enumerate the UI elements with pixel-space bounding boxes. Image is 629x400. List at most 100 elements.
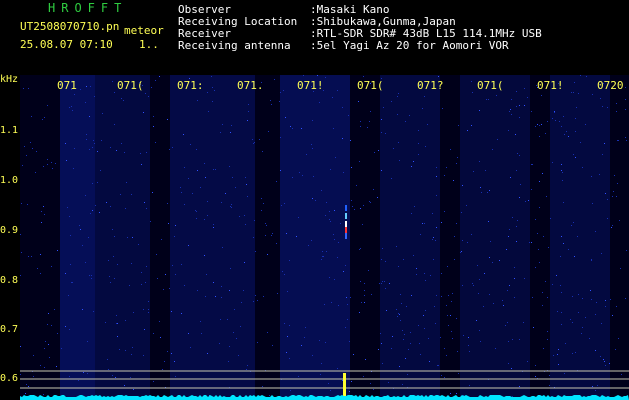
x-tick-label: 071! xyxy=(537,79,564,92)
noise-speckle xyxy=(212,101,213,102)
noise-band xyxy=(60,75,95,400)
noise-speckle xyxy=(245,224,246,225)
noise-speckle xyxy=(22,165,23,166)
noise-speckle xyxy=(349,391,350,392)
noise-speckle xyxy=(472,92,473,93)
noise-speckle xyxy=(334,239,335,240)
noise-speckle xyxy=(351,381,352,382)
noise-speckle xyxy=(386,310,387,311)
noise-speckle xyxy=(44,348,45,349)
noise-speckle xyxy=(55,163,56,164)
noise-speckle xyxy=(238,355,239,356)
noise-speckle xyxy=(262,151,263,152)
noise-speckle xyxy=(324,304,325,305)
noise-speckle xyxy=(156,254,157,255)
noise-speckle xyxy=(112,229,113,230)
noise-speckle xyxy=(591,259,592,260)
noise-speckle xyxy=(283,90,284,91)
noise-speckle xyxy=(89,116,90,117)
noise-speckle xyxy=(271,235,272,236)
noise-speckle xyxy=(385,288,386,289)
noise-speckle xyxy=(575,131,576,132)
noise-speckle xyxy=(333,128,334,129)
noise-speckle xyxy=(85,195,86,196)
noise-speckle xyxy=(510,177,511,178)
noise-speckle xyxy=(435,323,436,324)
noise-speckle xyxy=(222,247,223,248)
noise-speckle xyxy=(32,148,33,149)
noise-speckle xyxy=(351,167,352,168)
noise-speckle xyxy=(561,312,562,313)
noise-speckle xyxy=(433,259,434,260)
noise-speckle xyxy=(153,381,154,382)
noise-speckle xyxy=(331,302,332,303)
noise-speckle xyxy=(347,304,348,305)
noise-speckle xyxy=(114,124,115,125)
noise-speckle xyxy=(192,193,193,194)
noise-speckle xyxy=(607,218,608,219)
noise-speckle xyxy=(342,138,343,139)
noise-speckle xyxy=(561,236,562,237)
noise-speckle xyxy=(247,365,248,366)
noise-speckle xyxy=(489,190,490,191)
noise-speckle xyxy=(73,168,74,169)
noise-speckle xyxy=(229,166,230,167)
noise-speckle xyxy=(321,259,322,260)
meteor-echo xyxy=(345,221,347,227)
noise-speckle xyxy=(507,322,508,323)
noise-speckle xyxy=(471,234,472,235)
noise-speckle xyxy=(616,103,617,104)
noise-speckle xyxy=(457,351,458,352)
noise-speckle xyxy=(432,213,433,214)
noise-speckle xyxy=(418,130,419,131)
noise-speckle xyxy=(405,121,406,122)
noise-speckle xyxy=(246,184,247,185)
noise-speckle xyxy=(146,266,147,267)
noise-speckle xyxy=(422,108,423,109)
noise-speckle xyxy=(556,275,557,276)
noise-speckle xyxy=(329,211,330,212)
noise-speckle xyxy=(322,251,323,252)
noise-speckle xyxy=(557,354,558,355)
noise-speckle xyxy=(69,376,70,377)
noise-speckle xyxy=(312,198,313,199)
noise-speckle xyxy=(212,87,213,88)
noise-speckle xyxy=(425,146,426,147)
noise-speckle xyxy=(592,203,593,204)
noise-speckle xyxy=(319,340,320,341)
noise-speckle xyxy=(230,206,231,207)
noise-speckle xyxy=(121,143,122,144)
noise-speckle xyxy=(184,285,185,286)
noise-speckle xyxy=(446,305,447,306)
noise-speckle xyxy=(519,386,520,387)
noise-speckle xyxy=(48,344,49,345)
noise-speckle xyxy=(401,303,402,304)
noise-speckle xyxy=(502,300,503,301)
noise-speckle xyxy=(360,281,361,282)
station-info: Observer :Masaki Kano Receiving Location… xyxy=(178,4,542,52)
noise-speckle xyxy=(85,262,86,263)
noise-speckle xyxy=(56,366,57,367)
noise-speckle xyxy=(213,282,214,283)
noise-speckle xyxy=(411,295,412,296)
x-tick-label: 071( xyxy=(117,79,144,92)
noise-speckle xyxy=(332,97,333,98)
noise-speckle xyxy=(52,168,53,169)
noise-speckle xyxy=(499,260,500,261)
noise-speckle xyxy=(43,166,44,167)
noise-speckle xyxy=(560,285,561,286)
noise-speckle xyxy=(524,105,525,106)
noise-speckle xyxy=(533,327,534,328)
noise-speckle xyxy=(169,288,170,289)
noise-speckle xyxy=(362,224,363,225)
noise-speckle xyxy=(312,120,313,121)
noise-speckle xyxy=(47,105,48,106)
y-tick-label: 0.6 xyxy=(0,373,19,384)
noise-speckle xyxy=(497,139,498,140)
noise-speckle xyxy=(141,164,142,165)
noise-speckle xyxy=(259,139,260,140)
noise-speckle xyxy=(219,343,220,344)
noise-speckle xyxy=(549,375,550,376)
noise-speckle xyxy=(381,283,382,284)
noise-speckle xyxy=(57,250,58,251)
